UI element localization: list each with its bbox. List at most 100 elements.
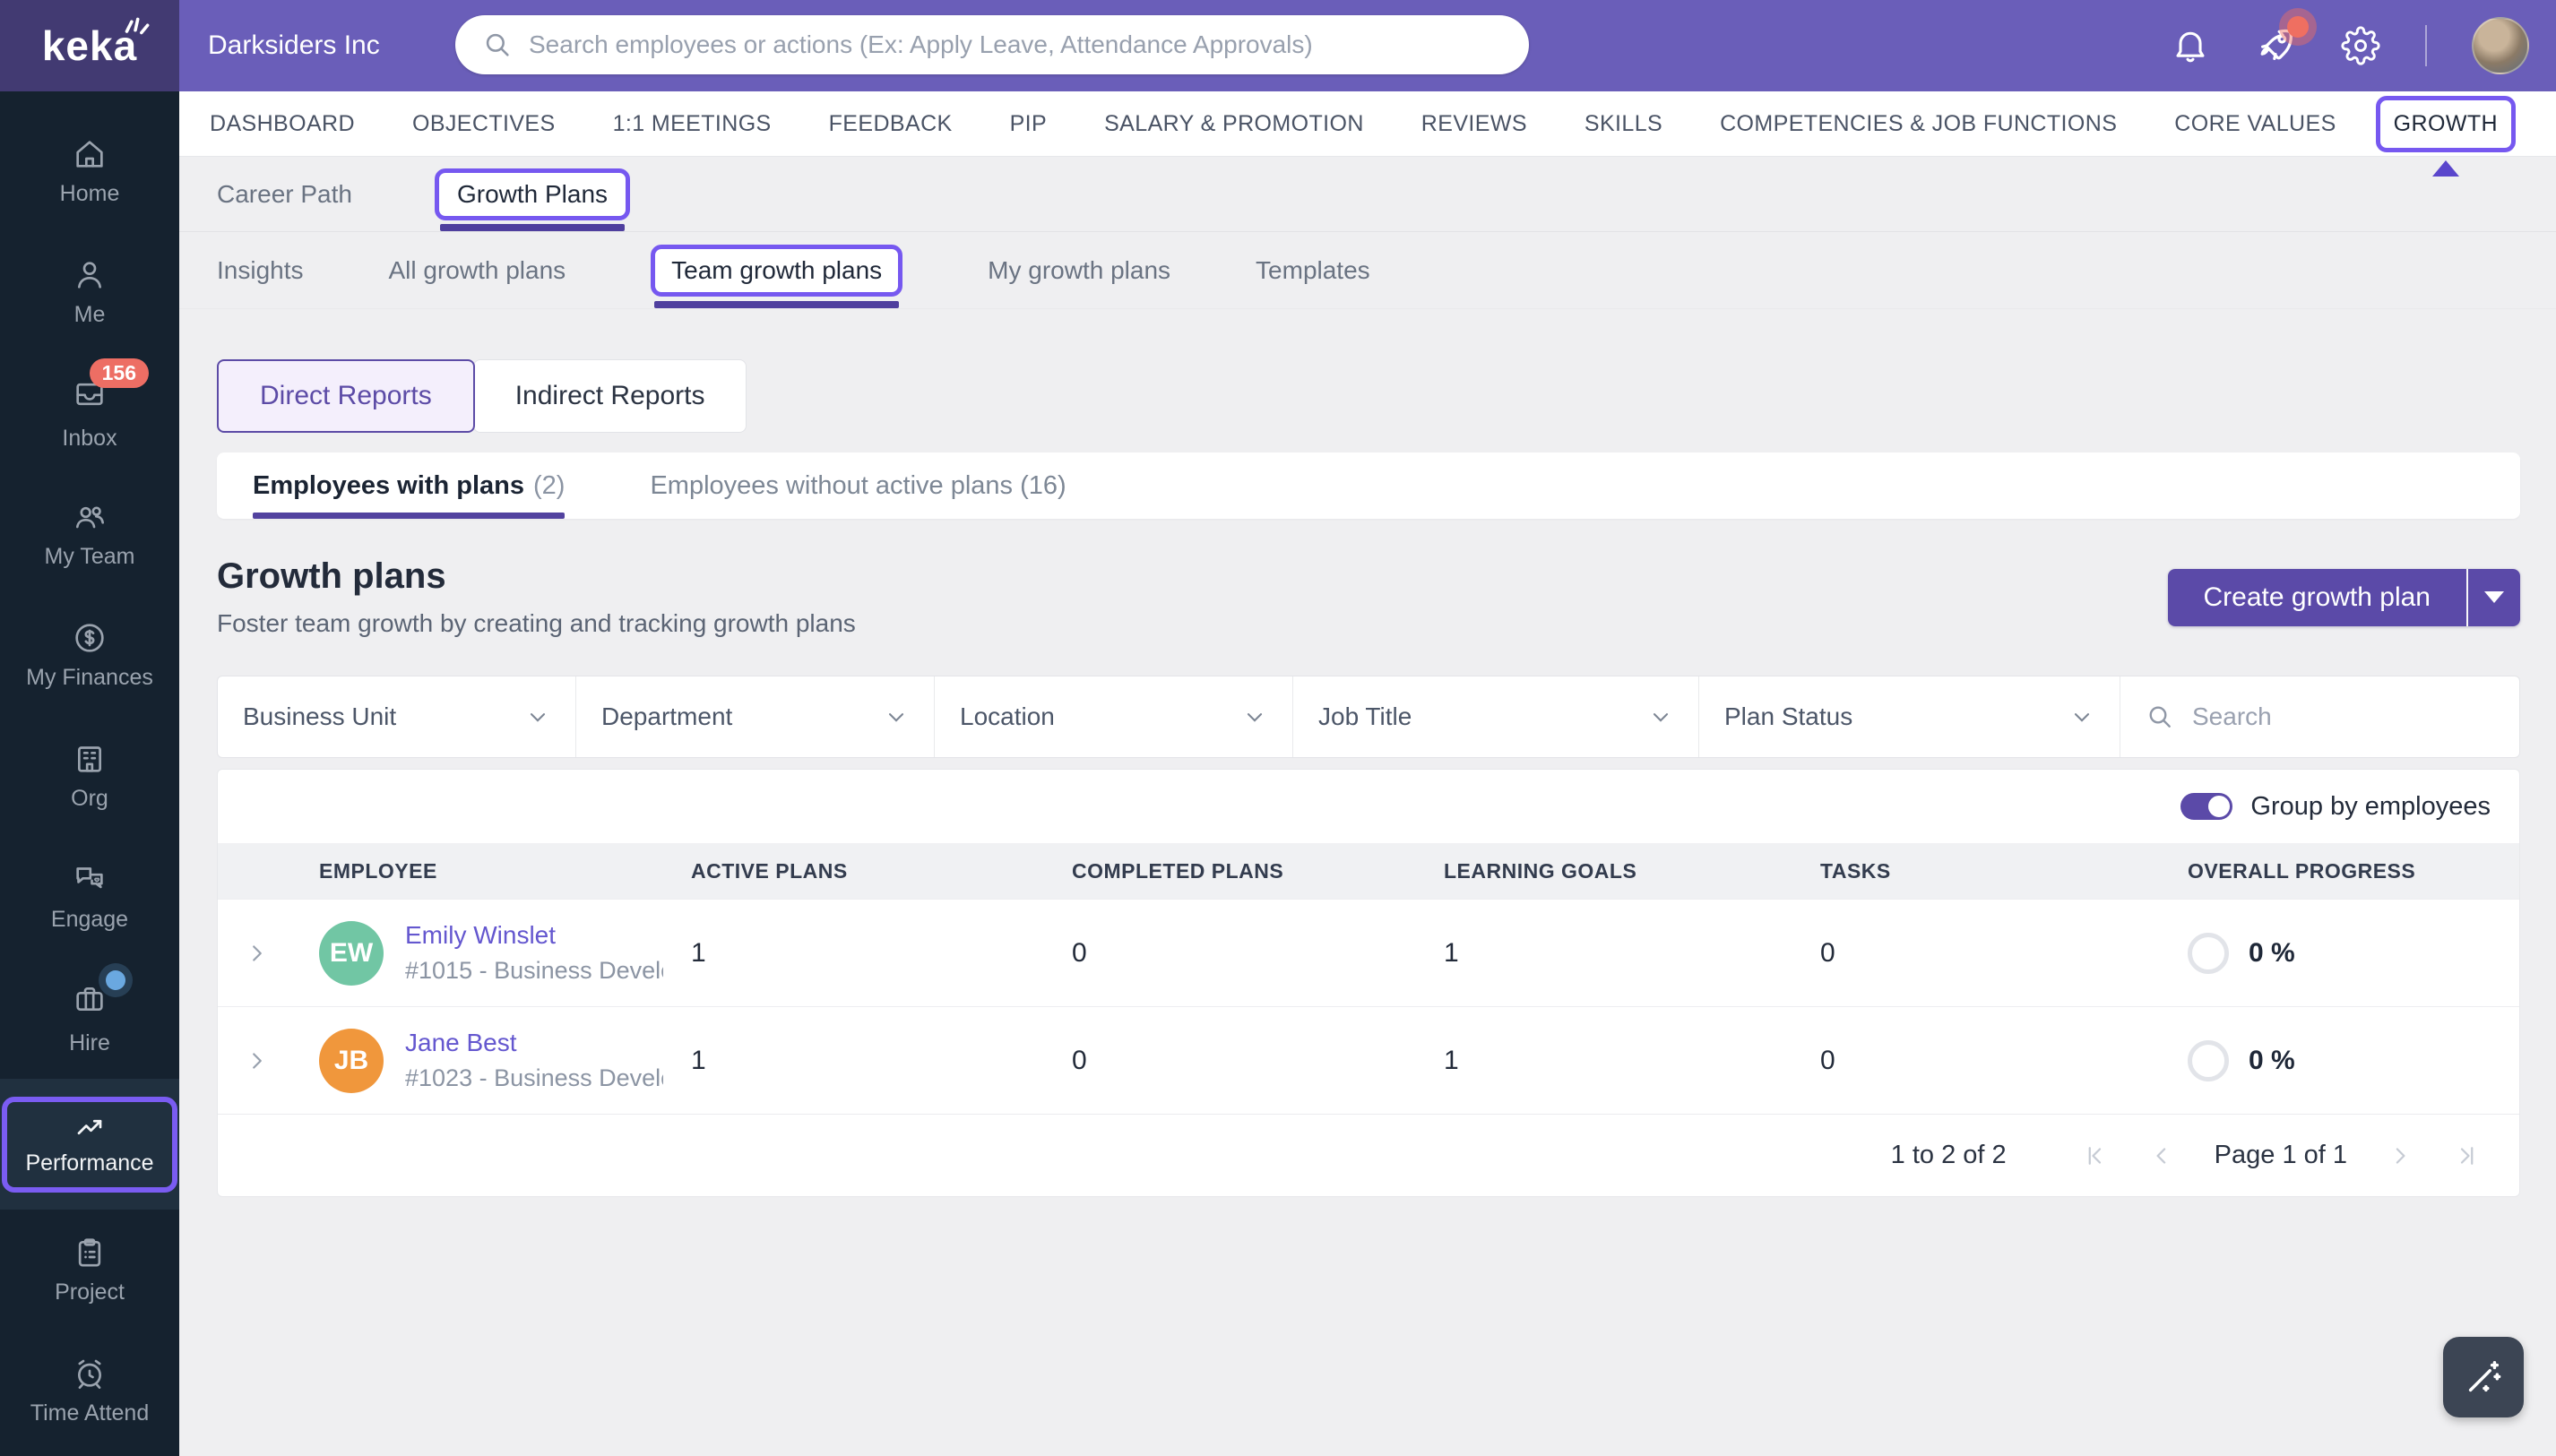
indirect-reports-button[interactable]: Indirect Reports [472, 359, 747, 433]
sidebar-item-label: Time Attend [30, 1400, 150, 1426]
keka-logo[interactable]: keka [0, 0, 179, 91]
progress-value: 0 % [2249, 1045, 2295, 1075]
global-search[interactable] [455, 15, 1529, 74]
growth-plans-tabs: Insights All growth plans Team growth pl… [179, 232, 2556, 309]
app-root: keka Home Me 156 Inbox My Team My Financ… [0, 0, 2556, 1456]
filter-location[interactable]: Location [935, 676, 1293, 757]
whats-new-rocket-button[interactable] [2255, 16, 2309, 66]
tab-competencies-job-functions[interactable]: COMPETENCIES & JOB FUNCTIONS [1720, 111, 2117, 137]
overall-progress-cell: 0 % [2188, 932, 2519, 974]
sidebar-item-my-team[interactable]: My Team [0, 474, 179, 595]
topbar-icons [2171, 0, 2529, 91]
filter-department[interactable]: Department [576, 676, 935, 757]
sidebar-item-inbox[interactable]: 156 Inbox [0, 353, 179, 474]
sidebar-items: Home Me 156 Inbox My Team My Finances Or… [0, 91, 179, 1452]
chevron-right-icon [253, 944, 262, 961]
group-by-employees-toggle[interactable] [2180, 793, 2233, 820]
filter-business-unit[interactable]: Business Unit [218, 676, 576, 757]
completed-plans-value: 0 [1072, 937, 1087, 968]
active-plans-value: 1 [691, 937, 706, 968]
filter-job-title[interactable]: Job Title [1293, 676, 1699, 757]
subnav-growth-plans[interactable]: Growth Plans [434, 157, 631, 231]
sidebar-item-performance[interactable]: Performance [0, 1079, 179, 1210]
performance-annotation-box: Performance [2, 1096, 177, 1193]
sidebar-item-me[interactable]: Me [0, 232, 179, 353]
tab-salary-promotion[interactable]: SALARY & PROMOTION [1104, 111, 1364, 137]
tab-1-1-meetings[interactable]: 1:1 MEETINGS [613, 111, 772, 137]
tab-my-growth-plans[interactable]: My growth plans [988, 232, 1170, 308]
sidebar-item-org[interactable]: Org [0, 716, 179, 837]
tab-employees-without-plans[interactable]: Employees without active plans (16) [650, 452, 1066, 519]
tab-objectives[interactable]: OBJECTIVES [412, 111, 556, 137]
filter-search[interactable] [2120, 676, 2541, 757]
completed-plans-value: 0 [1072, 1045, 1087, 1075]
employee-name-link[interactable]: Emily Winslet [405, 921, 663, 950]
tab-all-growth-plans[interactable]: All growth plans [389, 232, 566, 308]
sidebar-item-home[interactable]: Home [0, 111, 179, 232]
tab-employees-with-plans[interactable]: Employees with plans (2) [253, 452, 566, 519]
row-expander[interactable] [218, 1047, 297, 1074]
notifications-bell-button[interactable] [2171, 26, 2210, 65]
topbar-divider [2425, 25, 2427, 66]
magic-assistant-button[interactable] [2443, 1337, 2524, 1417]
bell-icon [2176, 31, 2205, 63]
subnav-career-path[interactable]: Career Path [217, 157, 352, 231]
tab-feedback[interactable]: FEEDBACK [829, 111, 953, 137]
pagination-page-label: Page 1 of 1 [2214, 1141, 2347, 1169]
sidebar-item-my-finances[interactable]: My Finances [0, 595, 179, 716]
tab-pip[interactable]: PIP [1010, 111, 1048, 137]
growth-subnav: Career Path Growth Plans [179, 157, 2556, 232]
create-growth-plan-dropdown[interactable] [2468, 568, 2520, 626]
last-page-icon [2460, 1146, 2474, 1165]
tab-insights[interactable]: Insights [217, 232, 304, 308]
sidebar-item-label: My Finances [26, 665, 153, 690]
employee-text: Emily Winslet #1015 - Business Develop [405, 921, 663, 985]
sidebar-item-time-attend[interactable]: Time Attend [0, 1331, 179, 1452]
reports-segment-control: Direct Reports Indirect Reports [217, 359, 2556, 433]
magic-wand-icon [2468, 1360, 2501, 1392]
sidebar-item-hire[interactable]: Hire [0, 958, 179, 1079]
chevron-down-icon [530, 713, 546, 722]
first-page-button[interactable] [2082, 1142, 2109, 1169]
sidebar-item-engage[interactable]: Engage [0, 837, 179, 958]
tab-reviews[interactable]: REVIEWS [1421, 111, 1527, 137]
pagination-range: 1 to 2 of 2 [1890, 1141, 2007, 1169]
create-growth-plan-button[interactable]: Create growth plan [2167, 568, 2466, 626]
logo-spark-icon [125, 17, 150, 35]
company-name: Darksiders Inc [208, 30, 380, 60]
clipboard-icon [78, 1238, 101, 1267]
tab-dashboard[interactable]: DASHBOARD [210, 111, 355, 137]
tab-core-values[interactable]: CORE VALUES [2174, 111, 2336, 137]
filter-search-input[interactable] [2192, 702, 2516, 731]
direct-reports-button[interactable]: Direct Reports [217, 359, 475, 433]
tab-templates[interactable]: Templates [1256, 232, 1370, 308]
employee-name-link[interactable]: Jane Best [405, 1029, 663, 1057]
next-page-button[interactable] [2387, 1142, 2414, 1169]
learning-goals-value: 1 [1444, 937, 1459, 968]
tab-skills[interactable]: SKILLS [1585, 111, 1662, 137]
filter-plan-status[interactable]: Plan Status [1699, 676, 2120, 757]
search-icon [2149, 706, 2171, 728]
tab-team-growth-plans[interactable]: Team growth plans [651, 232, 903, 308]
team-icon [76, 506, 104, 529]
chevron-down-icon [2074, 713, 2090, 722]
table-row[interactable]: EW Emily Winslet #1015 - Business Develo… [218, 899, 2519, 1006]
row-expander[interactable] [218, 940, 297, 967]
first-page-icon [2088, 1146, 2101, 1165]
settings-gear-button[interactable] [2341, 26, 2380, 65]
global-search-input[interactable] [529, 30, 1502, 59]
progress-value: 0 % [2249, 937, 2295, 968]
user-avatar[interactable] [2472, 17, 2529, 74]
user-icon [78, 262, 101, 289]
caret-down-icon [2484, 591, 2504, 603]
sidebar-item-project[interactable]: Project [0, 1210, 179, 1331]
employee-plan-tabs-bar: Employees with plans (2) Employees witho… [217, 452, 2520, 519]
alarm-clock-icon [78, 1359, 101, 1389]
previous-page-button[interactable] [2148, 1142, 2175, 1169]
employee-cell: JB Jane Best #1023 - Business Develop [297, 1028, 691, 1093]
col-header-tasks: TASKS [1820, 858, 1891, 883]
building-icon [78, 746, 101, 772]
tab-growth[interactable]: GROWTH [2375, 95, 2517, 152]
last-page-button[interactable] [2453, 1142, 2480, 1169]
table-row[interactable]: JB Jane Best #1023 - Business Develop 1 … [218, 1006, 2519, 1114]
